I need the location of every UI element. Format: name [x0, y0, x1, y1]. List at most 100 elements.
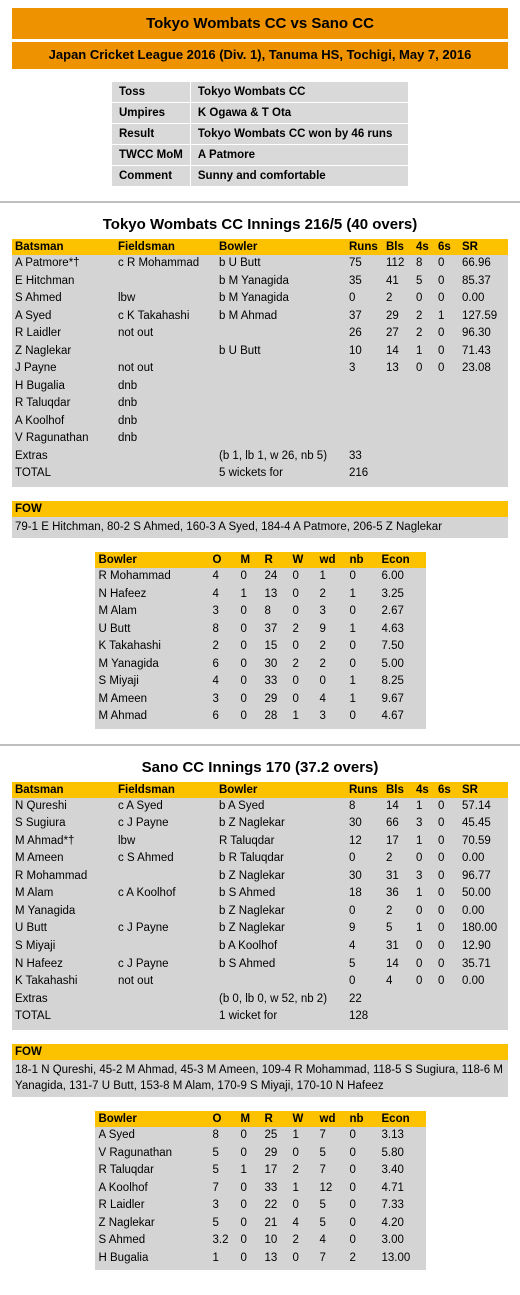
- batting-cell-sr: 12.90: [462, 939, 491, 952]
- bowling-cell-bowler: R Mohammad: [98, 570, 171, 583]
- bowling-cell-o: 4: [212, 587, 219, 600]
- batting-row: S Sugiura c J Payne b Z Naglekar 30 66 3 0 45.4…: [12, 815, 508, 833]
- batting-cell-bls: [386, 465, 416, 483]
- bowling-cell-bowler: M Yanagida: [98, 657, 159, 670]
- batting-row: E Hitchman b M Yanagida 35 41 5 0 85.37: [12, 273, 508, 291]
- batting-table-body: N Qureshi c A Syed b A Syed 8 14 1 0 57.14 S Sug…: [12, 798, 508, 1030]
- batting-cell-sixes: 0: [438, 817, 445, 830]
- bowling-row: N Hafeez 4 1 13 0 2 1 3.25: [95, 586, 426, 604]
- batting-col-batsman: Batsman: [12, 781, 118, 798]
- bowling-cell-nb: 1: [349, 692, 356, 705]
- bowling-col-m: M: [240, 552, 265, 569]
- batting-cell-fours: [416, 413, 438, 431]
- batting-cell-fieldsman: c J Payne: [118, 817, 169, 830]
- bowling-cell-o: 4: [212, 675, 219, 688]
- batting-row: M Yanagida b Z Naglekar 0 2 0 0 0.00: [12, 903, 508, 921]
- batting-cell-runs: 3: [349, 362, 356, 375]
- batting-cell-bls: 41: [386, 274, 399, 287]
- bowling-cell-bowler: R Taluqdar: [98, 1164, 154, 1177]
- batting-cell-sr: [462, 1008, 508, 1026]
- bowling-cell-econ: 2.67: [381, 605, 404, 618]
- bowling-cell-bowler: S Miyaji: [98, 675, 139, 688]
- bowling-cell-o: 5: [212, 1164, 219, 1177]
- innings-section-2: Sano CC Innings 170 (37.2 overs) Batsman…: [0, 759, 520, 1271]
- fow-text: 18-1 N Qureshi, 45-2 M Ahmad, 45-3 M Ame…: [12, 1059, 508, 1098]
- bowling-col-w: W: [292, 552, 320, 569]
- bowling-cell-wd: 12: [319, 1181, 333, 1194]
- batting-row: N Hafeez c J Payne b S Ahmed 5 14 0 0 35.71: [12, 956, 508, 974]
- bowling-cell-o: 3: [212, 605, 219, 618]
- batting-cell-sr: [462, 465, 508, 483]
- bowling-cell-econ: 3.40: [381, 1164, 404, 1177]
- batting-table: Batsman Fieldsman Bowler Runs Bls 4s 6s SR A Pa…: [12, 239, 508, 487]
- bowling-cell-wd: 5: [319, 1199, 326, 1212]
- bowling-cell-bowler: A Syed: [98, 1129, 135, 1142]
- batting-cell-sr: 0.00: [462, 975, 485, 988]
- bowling-row: S Ahmed 3.2 0 10 2 4 0 3.00: [95, 1232, 426, 1250]
- batting-row: Z Naglekar b U Butt 10 14 1 0 71.43: [12, 343, 508, 361]
- bowling-cell-r: 10: [264, 1234, 278, 1247]
- batting-cell-runs: 12: [349, 834, 362, 847]
- batting-cell-batsman: M Ameen: [15, 852, 64, 865]
- bowling-cell-r: 22: [264, 1199, 278, 1212]
- batting-cell-sixes: 0: [438, 869, 445, 882]
- bowling-row: A Syed 8 0 25 1 7 0 3.13: [95, 1127, 426, 1145]
- batting-cell-bls: [386, 991, 416, 1009]
- bowling-cell-wd: 4: [319, 692, 326, 705]
- table-bottom-pad: [12, 1026, 508, 1030]
- batting-cell-bls: 2: [386, 852, 393, 865]
- bowling-cell-w: 0: [292, 1199, 299, 1212]
- batting-cell-sixes: [438, 430, 462, 448]
- match-info-value: A Patmore: [190, 144, 408, 167]
- batting-cell-sr: 35.71: [462, 957, 491, 970]
- bowling-section: Bowler O M R Wwd nb Econ A Syed 8 0 25 1 7 0 3.13 V Ra…: [0, 1111, 520, 1271]
- batting-cell-batsman: K Takahashi: [15, 975, 78, 988]
- batting-cell-runs: 26: [349, 327, 362, 340]
- bowling-cell-w: 0: [292, 675, 299, 688]
- bowling-cell-w: 0: [292, 692, 299, 705]
- batting-cell-fours: 0: [416, 939, 423, 952]
- match-info-key: Umpires: [112, 102, 191, 125]
- bowling-row: R Laidler 3 0 22 0 5 0 7.33: [95, 1197, 426, 1215]
- batting-cell-sixes: [438, 378, 462, 396]
- bowling-cell-r: 29: [264, 1146, 278, 1159]
- batting-cell-fieldsman: c J Payne: [118, 957, 169, 970]
- batting-cell-fieldsman: lbw: [118, 292, 136, 305]
- bowling-cell-o: 7: [212, 1181, 219, 1194]
- batting-table: Batsman Fieldsman Bowler Runs Bls 4s 6s SR N Qu…: [12, 781, 508, 1030]
- batting-cell-batsman: Extras: [15, 992, 48, 1005]
- batting-cell-fieldsman: not out: [118, 362, 154, 375]
- batting-cell-bls: [386, 448, 416, 466]
- batting-col-bowler: Bowler: [219, 781, 349, 798]
- bowling-row: V Ragunathan 5 0 29 0 5 0 5.80: [95, 1145, 426, 1163]
- bowling-cell-wd: 7: [319, 1129, 326, 1142]
- batting-cell-sixes: 0: [438, 887, 445, 900]
- match-info-key: Result: [112, 123, 191, 146]
- bowling-cell-w: 2: [292, 1234, 299, 1247]
- batting-cell-fieldsman: [118, 273, 219, 291]
- bowling-col-o: O: [212, 1111, 241, 1128]
- bowling-cell-nb: 0: [349, 570, 356, 583]
- bowling-cell-bowler: M Alam: [98, 605, 137, 618]
- bowling-cell-o: 1: [212, 1251, 219, 1264]
- batting-cell-fieldsman: c K Takahashi: [118, 309, 190, 322]
- section-divider-1: [0, 201, 520, 204]
- bowling-cell-nb: 0: [349, 1181, 356, 1194]
- match-subtitle: Japan Cricket League 2016 (Div. 1), Tanu…: [12, 42, 508, 70]
- batting-cell-batsman: M Alam: [15, 887, 54, 900]
- batting-row: A Patmore*† c R Mohammad b U Butt 75 112 8 0 66…: [12, 255, 508, 273]
- batting-cell-sr: 180.00: [462, 922, 498, 935]
- bowling-cell-w: 2: [292, 1164, 299, 1177]
- bowling-cell-m: 0: [240, 1216, 247, 1229]
- bowling-cell-o: 8: [212, 622, 219, 635]
- bowling-cell-m: 0: [240, 1146, 247, 1159]
- batting-col-batsman: Batsman: [12, 239, 118, 256]
- innings-section-1: Tokyo Wombats CC Innings 216/5 (40 overs…: [0, 216, 520, 729]
- batting-cell-bowler: [219, 325, 349, 343]
- bowling-cell-o: 2: [212, 640, 219, 653]
- match-info-key: Toss: [112, 82, 191, 104]
- batting-row: N Qureshi c A Syed b A Syed 8 14 1 0 57.14: [12, 798, 508, 816]
- batting-cell-batsman: R Laidler: [15, 327, 62, 340]
- bowling-cell-m: 0: [240, 1251, 247, 1264]
- batting-cell-bowler: b Z Naglekar: [219, 869, 285, 882]
